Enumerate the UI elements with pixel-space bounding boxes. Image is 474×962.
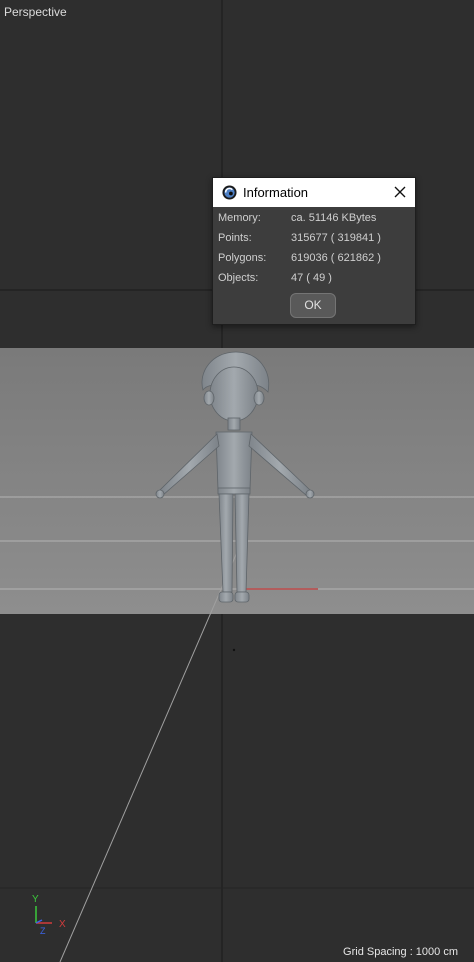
axis-z-label: Z [40,926,46,936]
info-row-polygons: Polygons: 619036 ( 621862 ) [218,252,408,268]
character-belt [217,487,251,495]
info-row-points: Points: 315677 ( 319841 ) [218,232,408,248]
character-ear-left [203,390,215,406]
scene-dot [232,648,236,652]
info-label: Objects: [218,272,259,284]
character-ear-right [253,390,265,406]
info-label: Points: [218,232,252,244]
info-label: Memory: [218,212,261,224]
information-dialog: Information Memory: ca. 51146 KBytes Poi… [212,177,416,325]
cinema4d-logo-icon [222,185,237,200]
info-value: 619036 ( 621862 ) [291,252,381,264]
dialog-titlebar[interactable]: Information [213,178,415,207]
viewport-name-label[interactable]: Perspective [4,5,67,19]
character-shoe-left [218,591,234,603]
ok-button[interactable]: OK [290,293,336,318]
info-value: 315677 ( 319841 ) [291,232,381,244]
info-value: 47 ( 49 ) [291,272,332,284]
character-hand-left [155,489,165,499]
info-row-objects: Objects: 47 ( 49 ) [218,272,408,288]
dialog-title: Information [243,185,309,200]
perspective-viewport[interactable]: Perspective Y X Z Grid Spacing : 1000 cm [0,0,474,962]
character-hand-right [305,489,315,499]
info-value: ca. 51146 KBytes [291,212,377,224]
info-label: Polygons: [218,252,267,264]
axis-gizmo: Y X Z [32,894,66,936]
axis-x-label: X [59,919,66,930]
grid-spacing-label: Grid Spacing : 1000 cm [343,946,458,958]
close-icon[interactable] [392,184,408,200]
character-torso [215,431,253,491]
info-row-memory: Memory: ca. 51146 KBytes [218,212,408,228]
character-head [209,366,259,422]
viewport-scene [0,0,474,962]
axis-y-label: Y [32,894,39,905]
character-neck [227,417,241,431]
character-shoe-right [234,591,250,603]
